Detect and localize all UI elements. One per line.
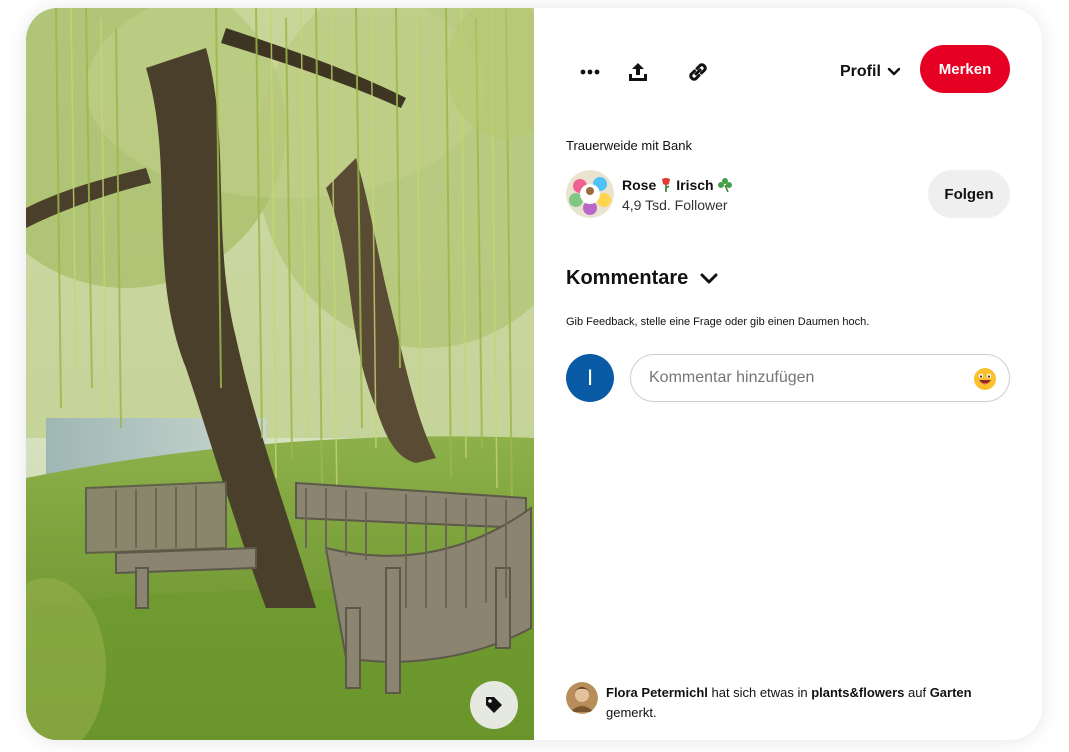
more-options-button[interactable] — [570, 52, 610, 92]
author-avatar[interactable] — [566, 170, 614, 218]
saver-avatar-image — [566, 682, 598, 714]
comment-input[interactable] — [631, 369, 951, 387]
author-last-name: Irisch — [676, 177, 714, 193]
more-dots-icon — [580, 69, 600, 75]
link-chain-icon — [689, 63, 707, 81]
pin-card: Profil Merken Trauerweide mit Bank Rose — [26, 8, 1042, 740]
follow-button[interactable]: Folgen — [928, 170, 1010, 218]
pin-title: Trauerweide mit Bank — [566, 138, 692, 153]
copy-link-button[interactable] — [678, 52, 718, 92]
chevron-down-icon — [700, 273, 718, 283]
pin-image[interactable] — [26, 8, 534, 740]
comment-field — [630, 354, 1010, 402]
author-first-name: Rose — [622, 177, 657, 193]
activity-profile-link[interactable]: Garten — [930, 685, 972, 700]
profile-dropdown-label: Profil — [840, 63, 881, 80]
author-name[interactable]: Rose Irisch — [622, 177, 733, 193]
comments-title: Kommentare — [566, 267, 689, 289]
chevron-down-icon — [887, 67, 901, 76]
author-avatar-image — [566, 170, 614, 218]
emoji-picker-icon[interactable] — [973, 367, 997, 391]
activity-note: Flora Petermichl hat sich etwas in plant… — [606, 683, 1016, 723]
author-follower-count: 4,9 Tsd. Follower — [622, 197, 728, 213]
share-upload-icon — [629, 63, 647, 81]
activity-text-1: hat sich etwas in — [707, 685, 812, 700]
activity-text-3: gemerkt. — [606, 705, 657, 720]
activity-user-link[interactable]: Flora Petermichl — [606, 685, 708, 700]
saver-avatar[interactable] — [566, 682, 598, 714]
comments-section-toggle[interactable]: Kommentare — [566, 267, 718, 290]
rose-emoji-icon — [662, 178, 671, 192]
share-button[interactable] — [618, 52, 658, 92]
willow-bench-photo — [26, 8, 534, 740]
tag-icon — [486, 697, 502, 713]
comments-hint: Gib Feedback, stelle eine Frage oder gib… — [566, 316, 870, 328]
product-tag-button[interactable] — [470, 681, 518, 729]
shamrock-emoji-icon — [717, 178, 732, 193]
profile-dropdown[interactable]: Profil — [840, 58, 901, 86]
current-user-avatar[interactable]: I — [566, 354, 614, 402]
activity-text-2: auf — [904, 685, 930, 700]
pin-details-panel: Profil Merken Trauerweide mit Bank Rose — [534, 8, 1042, 740]
save-button[interactable]: Merken — [920, 45, 1010, 93]
activity-board-link[interactable]: plants&flowers — [811, 685, 904, 700]
